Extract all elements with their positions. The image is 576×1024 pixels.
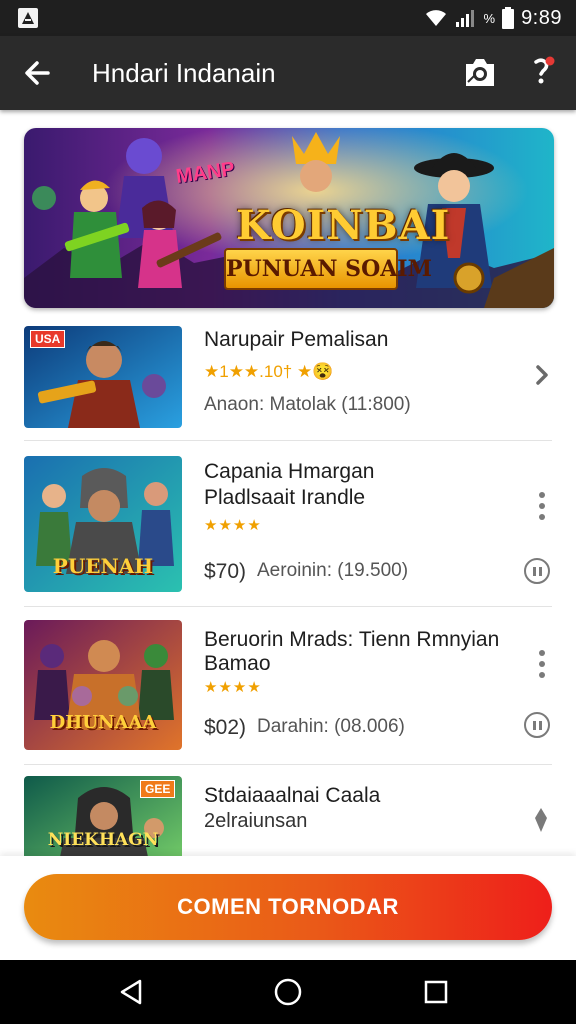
hero-title: KOINBAI bbox=[236, 202, 451, 249]
primary-cta-button[interactable]: COMEN TORNODAR bbox=[24, 874, 552, 940]
game-list-item[interactable]: GEE NIEKHAGN Stdaiaaalnai Caala 2elraiun… bbox=[24, 776, 552, 856]
alert-icon bbox=[534, 56, 555, 84]
game-meta: Aeroinin: (19.500) bbox=[257, 560, 409, 581]
game-meta: Darahin: (08.006) bbox=[257, 716, 405, 737]
pause-button[interactable] bbox=[524, 558, 550, 584]
back-button[interactable] bbox=[18, 53, 58, 93]
wifi-icon bbox=[425, 10, 446, 26]
list-divider bbox=[24, 764, 552, 765]
game-thumbnail: DHUNAAA bbox=[24, 620, 182, 750]
cta-area: COMEN TORNODAR bbox=[0, 856, 576, 960]
game-thumbnail-caption: NIEKHAGN bbox=[47, 830, 159, 850]
game-list-item[interactable]: DHUNAAA Beruorin Mrads: Tienn Rmnyian Ba… bbox=[24, 620, 554, 765]
camera-button[interactable] bbox=[460, 52, 500, 92]
battery-percent: % bbox=[483, 10, 496, 26]
game-thumbnail-caption: DHUNAAA bbox=[49, 712, 157, 733]
game-thumbnail: GEE NIEKHAGN bbox=[24, 776, 182, 856]
game-price: $02) bbox=[204, 716, 247, 739]
notification-app-icon bbox=[18, 8, 38, 28]
more-options-button[interactable] bbox=[530, 646, 554, 682]
game-title: Beruorin Mrads: Tienn Rmnyian bbox=[204, 628, 500, 651]
game-thumbnail: PUENAH bbox=[24, 456, 182, 592]
nav-home-icon[interactable] bbox=[272, 976, 304, 1008]
pause-button[interactable] bbox=[524, 712, 550, 738]
game-stars: ★★★★ bbox=[204, 517, 262, 534]
chevron-right-icon[interactable] bbox=[534, 364, 550, 386]
status-time: 9:89 bbox=[521, 6, 562, 29]
signal-icon bbox=[455, 10, 474, 27]
game-title: Capania Hmargan bbox=[204, 460, 375, 483]
more-options-button[interactable] bbox=[530, 488, 554, 524]
hero-banner[interactable]: MANP KOINBAI PUNUAN SOAIM bbox=[24, 128, 554, 308]
list-divider bbox=[24, 606, 552, 607]
game-badge: GEE bbox=[140, 780, 176, 798]
game-title: Narupair Pemalisan bbox=[204, 328, 389, 351]
app-bar: Hndari Indanain bbox=[0, 36, 576, 110]
hero-subtitle: PUNUAN SOAIM bbox=[224, 248, 432, 290]
game-title-line2: Pladlsaait Irandle bbox=[204, 486, 366, 509]
list-divider bbox=[24, 440, 552, 441]
status-icons: % 9:89 bbox=[424, 4, 563, 32]
system-nav-bar bbox=[0, 960, 576, 1024]
game-title-line2: Bamao bbox=[204, 652, 271, 675]
camera-icon bbox=[466, 59, 494, 86]
nav-back-icon[interactable] bbox=[116, 976, 148, 1008]
game-badge: USA bbox=[30, 330, 66, 348]
page-title: Hndari Indanain bbox=[92, 58, 276, 88]
game-meta: Anaon: Matolak (11:800) bbox=[204, 394, 411, 415]
battery-icon bbox=[502, 7, 515, 29]
game-thumbnail-caption: PUENAH bbox=[52, 554, 154, 578]
alert-button[interactable] bbox=[524, 54, 560, 92]
pin-icon[interactable] bbox=[532, 806, 550, 834]
back-arrow-icon bbox=[25, 61, 50, 85]
app-screen: % 9:89 Hndari Indanain MANP KOINBAI PUNU… bbox=[0, 0, 576, 1024]
game-list-item[interactable]: USA Narupair Pemalisan ★1★★.10† ★😵 Anaon… bbox=[24, 326, 552, 441]
game-thumbnail: USA bbox=[24, 326, 182, 428]
game-title-line2: 2elraiunsan bbox=[204, 810, 308, 832]
game-list-content: MANP KOINBAI PUNUAN SOAIM USA Narupair P… bbox=[0, 110, 576, 856]
game-stars: ★★★★ bbox=[204, 679, 262, 696]
nav-recents-icon[interactable] bbox=[420, 976, 452, 1008]
status-bar: % 9:89 bbox=[0, 0, 576, 36]
game-list-item[interactable]: PUENAH Capania Hmargan Pladlsaait Irandl… bbox=[24, 456, 554, 607]
game-rating: ★1★★.10† ★😵 bbox=[204, 362, 334, 381]
game-price: $70) bbox=[204, 560, 247, 583]
game-title: Stdaiaaalnai Caala bbox=[204, 784, 381, 807]
